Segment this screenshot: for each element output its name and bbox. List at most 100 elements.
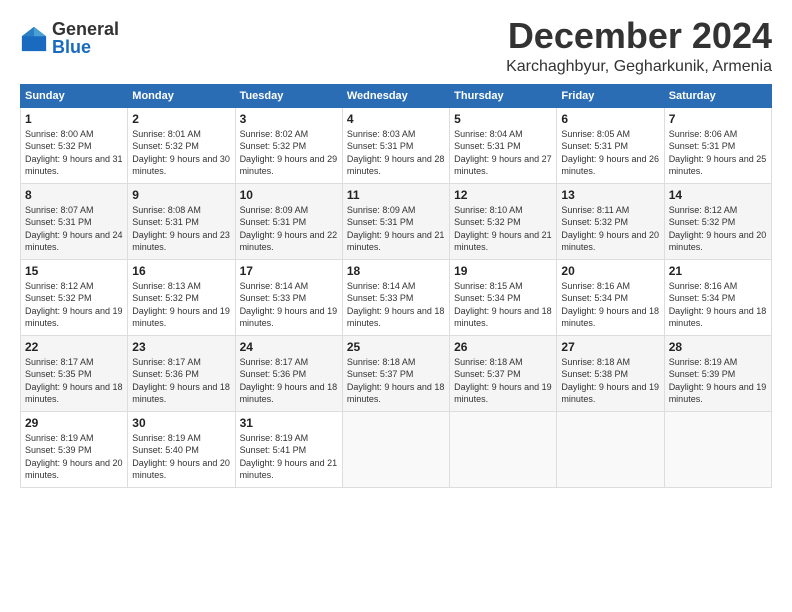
header: General Blue December 2024 Karchaghbyur,… — [20, 16, 772, 76]
col-tuesday: Tuesday — [235, 84, 342, 107]
col-monday: Monday — [128, 84, 235, 107]
table-row: 19 Sunrise: 8:15 AM Sunset: 5:34 PM Dayl… — [450, 259, 557, 335]
table-row: 28 Sunrise: 8:19 AM Sunset: 5:39 PM Dayl… — [664, 335, 771, 411]
table-row: 9 Sunrise: 8:08 AM Sunset: 5:31 PM Dayli… — [128, 183, 235, 259]
day-number: 3 — [240, 112, 338, 126]
table-row: 31 Sunrise: 8:19 AM Sunset: 5:41 PM Dayl… — [235, 411, 342, 487]
col-saturday: Saturday — [664, 84, 771, 107]
table-row: 8 Sunrise: 8:07 AM Sunset: 5:31 PM Dayli… — [21, 183, 128, 259]
day-info: Sunrise: 8:09 AM Sunset: 5:31 PM Dayligh… — [347, 204, 445, 254]
day-number: 29 — [25, 416, 123, 430]
day-number: 18 — [347, 264, 445, 278]
calendar-table: Sunday Monday Tuesday Wednesday Thursday… — [20, 84, 772, 488]
day-info: Sunrise: 8:19 AM Sunset: 5:39 PM Dayligh… — [25, 432, 123, 482]
col-friday: Friday — [557, 84, 664, 107]
table-row: 17 Sunrise: 8:14 AM Sunset: 5:33 PM Dayl… — [235, 259, 342, 335]
table-row: 10 Sunrise: 8:09 AM Sunset: 5:31 PM Dayl… — [235, 183, 342, 259]
logo: General Blue — [20, 20, 119, 56]
table-row: 1 Sunrise: 8:00 AM Sunset: 5:32 PM Dayli… — [21, 107, 128, 183]
logo-general-text: General — [52, 20, 119, 38]
day-info: Sunrise: 8:06 AM Sunset: 5:31 PM Dayligh… — [669, 128, 767, 178]
table-row: 23 Sunrise: 8:17 AM Sunset: 5:36 PM Dayl… — [128, 335, 235, 411]
col-sunday: Sunday — [21, 84, 128, 107]
table-row — [342, 411, 449, 487]
day-info: Sunrise: 8:16 AM Sunset: 5:34 PM Dayligh… — [561, 280, 659, 330]
table-row: 3 Sunrise: 8:02 AM Sunset: 5:32 PM Dayli… — [235, 107, 342, 183]
day-number: 2 — [132, 112, 230, 126]
logo-text: General Blue — [52, 20, 119, 56]
page: General Blue December 2024 Karchaghbyur,… — [0, 0, 792, 498]
day-number: 13 — [561, 188, 659, 202]
day-number: 8 — [25, 188, 123, 202]
table-row: 24 Sunrise: 8:17 AM Sunset: 5:36 PM Dayl… — [235, 335, 342, 411]
day-info: Sunrise: 8:01 AM Sunset: 5:32 PM Dayligh… — [132, 128, 230, 178]
day-info: Sunrise: 8:12 AM Sunset: 5:32 PM Dayligh… — [669, 204, 767, 254]
day-number: 4 — [347, 112, 445, 126]
day-info: Sunrise: 8:18 AM Sunset: 5:37 PM Dayligh… — [454, 356, 552, 406]
calendar-week-4: 22 Sunrise: 8:17 AM Sunset: 5:35 PM Dayl… — [21, 335, 772, 411]
day-info: Sunrise: 8:00 AM Sunset: 5:32 PM Dayligh… — [25, 128, 123, 178]
day-info: Sunrise: 8:07 AM Sunset: 5:31 PM Dayligh… — [25, 204, 123, 254]
day-number: 10 — [240, 188, 338, 202]
day-number: 23 — [132, 340, 230, 354]
day-number: 27 — [561, 340, 659, 354]
month-title: December 2024 — [506, 16, 772, 56]
table-row: 29 Sunrise: 8:19 AM Sunset: 5:39 PM Dayl… — [21, 411, 128, 487]
day-info: Sunrise: 8:13 AM Sunset: 5:32 PM Dayligh… — [132, 280, 230, 330]
calendar-week-1: 1 Sunrise: 8:00 AM Sunset: 5:32 PM Dayli… — [21, 107, 772, 183]
table-row: 22 Sunrise: 8:17 AM Sunset: 5:35 PM Dayl… — [21, 335, 128, 411]
day-number: 20 — [561, 264, 659, 278]
day-info: Sunrise: 8:15 AM Sunset: 5:34 PM Dayligh… — [454, 280, 552, 330]
day-info: Sunrise: 8:17 AM Sunset: 5:36 PM Dayligh… — [132, 356, 230, 406]
table-row — [557, 411, 664, 487]
day-info: Sunrise: 8:05 AM Sunset: 5:31 PM Dayligh… — [561, 128, 659, 178]
day-info: Sunrise: 8:19 AM Sunset: 5:40 PM Dayligh… — [132, 432, 230, 482]
day-info: Sunrise: 8:17 AM Sunset: 5:36 PM Dayligh… — [240, 356, 338, 406]
day-info: Sunrise: 8:10 AM Sunset: 5:32 PM Dayligh… — [454, 204, 552, 254]
day-info: Sunrise: 8:14 AM Sunset: 5:33 PM Dayligh… — [347, 280, 445, 330]
title-block: December 2024 Karchaghbyur, Gegharkunik,… — [506, 16, 772, 76]
table-row: 4 Sunrise: 8:03 AM Sunset: 5:31 PM Dayli… — [342, 107, 449, 183]
day-info: Sunrise: 8:18 AM Sunset: 5:37 PM Dayligh… — [347, 356, 445, 406]
day-number: 26 — [454, 340, 552, 354]
table-row: 16 Sunrise: 8:13 AM Sunset: 5:32 PM Dayl… — [128, 259, 235, 335]
table-row: 7 Sunrise: 8:06 AM Sunset: 5:31 PM Dayli… — [664, 107, 771, 183]
location-title: Karchaghbyur, Gegharkunik, Armenia — [506, 58, 772, 76]
logo-icon — [20, 25, 48, 53]
day-info: Sunrise: 8:03 AM Sunset: 5:31 PM Dayligh… — [347, 128, 445, 178]
table-row — [450, 411, 557, 487]
day-info: Sunrise: 8:02 AM Sunset: 5:32 PM Dayligh… — [240, 128, 338, 178]
table-row — [664, 411, 771, 487]
day-number: 31 — [240, 416, 338, 430]
day-info: Sunrise: 8:16 AM Sunset: 5:34 PM Dayligh… — [669, 280, 767, 330]
day-number: 17 — [240, 264, 338, 278]
table-row: 2 Sunrise: 8:01 AM Sunset: 5:32 PM Dayli… — [128, 107, 235, 183]
day-number: 12 — [454, 188, 552, 202]
day-info: Sunrise: 8:17 AM Sunset: 5:35 PM Dayligh… — [25, 356, 123, 406]
table-row: 5 Sunrise: 8:04 AM Sunset: 5:31 PM Dayli… — [450, 107, 557, 183]
day-info: Sunrise: 8:04 AM Sunset: 5:31 PM Dayligh… — [454, 128, 552, 178]
day-number: 7 — [669, 112, 767, 126]
calendar-week-3: 15 Sunrise: 8:12 AM Sunset: 5:32 PM Dayl… — [21, 259, 772, 335]
day-number: 30 — [132, 416, 230, 430]
day-info: Sunrise: 8:11 AM Sunset: 5:32 PM Dayligh… — [561, 204, 659, 254]
day-number: 22 — [25, 340, 123, 354]
table-row: 30 Sunrise: 8:19 AM Sunset: 5:40 PM Dayl… — [128, 411, 235, 487]
day-number: 19 — [454, 264, 552, 278]
day-info: Sunrise: 8:18 AM Sunset: 5:38 PM Dayligh… — [561, 356, 659, 406]
day-number: 9 — [132, 188, 230, 202]
day-number: 1 — [25, 112, 123, 126]
day-number: 14 — [669, 188, 767, 202]
day-info: Sunrise: 8:19 AM Sunset: 5:41 PM Dayligh… — [240, 432, 338, 482]
table-row: 15 Sunrise: 8:12 AM Sunset: 5:32 PM Dayl… — [21, 259, 128, 335]
day-number: 11 — [347, 188, 445, 202]
table-row: 25 Sunrise: 8:18 AM Sunset: 5:37 PM Dayl… — [342, 335, 449, 411]
day-number: 6 — [561, 112, 659, 126]
table-row: 13 Sunrise: 8:11 AM Sunset: 5:32 PM Dayl… — [557, 183, 664, 259]
day-info: Sunrise: 8:08 AM Sunset: 5:31 PM Dayligh… — [132, 204, 230, 254]
day-number: 28 — [669, 340, 767, 354]
col-wednesday: Wednesday — [342, 84, 449, 107]
table-row: 6 Sunrise: 8:05 AM Sunset: 5:31 PM Dayli… — [557, 107, 664, 183]
calendar-week-5: 29 Sunrise: 8:19 AM Sunset: 5:39 PM Dayl… — [21, 411, 772, 487]
day-number: 16 — [132, 264, 230, 278]
